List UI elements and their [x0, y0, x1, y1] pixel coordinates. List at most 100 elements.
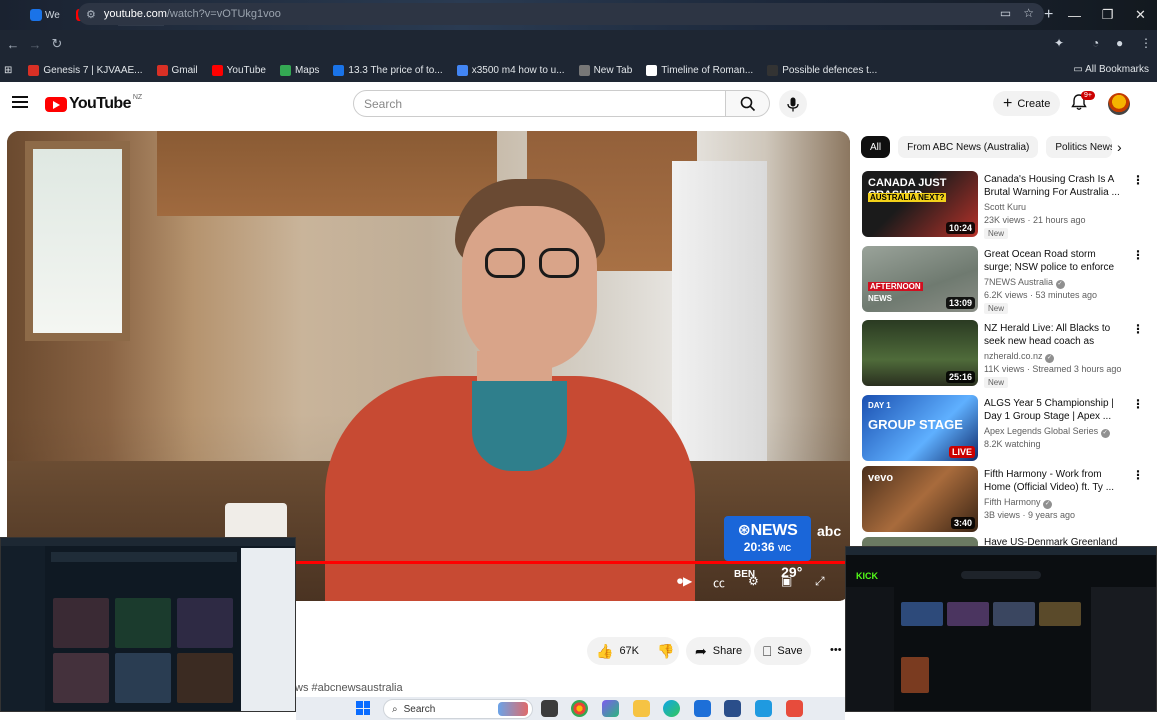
menu-icon[interactable] — [12, 96, 28, 108]
video-title[interactable]: NZ Herald Live: All Blacks to seek new h… — [984, 322, 1126, 349]
recommended-video[interactable]: CANADA JUST CRASHED AUSTRALIA NEXT? 10:2… — [862, 171, 1144, 239]
recommended-video[interactable]: GROUP STAGE DAY 1 LIVE ALGS Year 5 Champ… — [862, 395, 1144, 461]
more-actions-button[interactable]: ••• — [830, 644, 842, 656]
more-options-icon[interactable]: ⋮ — [1132, 173, 1144, 187]
share-button[interactable]: ➦ Share — [686, 637, 752, 665]
recommended-video[interactable]: 25:16 NZ Herald Live: All Blacks to seek… — [862, 320, 1144, 388]
more-options-icon[interactable]: ⋮ — [1132, 468, 1144, 482]
filter-chip[interactable]: All — [861, 136, 891, 158]
active-app-taskbar-icon[interactable] — [786, 700, 803, 717]
video-thumbnail[interactable]: 25:16 — [862, 320, 978, 386]
channel-name[interactable]: Scott Kuru — [984, 202, 1026, 212]
plus-icon: + — [1003, 94, 1013, 112]
preview-chat-panel — [241, 548, 295, 711]
bookmark-item[interactable]: Genesis 7 | KJVAAE... — [28, 64, 143, 76]
recommended-video[interactable]: vevo 3:40 Fifth Harmony - Work from Home… — [862, 466, 1144, 532]
bookmark-item[interactable]: Timeline of Roman... — [646, 64, 753, 76]
video-title[interactable]: Great Ocean Road storm surge; NSW police… — [984, 248, 1126, 275]
save-button[interactable]: ⎕ Save — [754, 637, 812, 665]
new-tab-button[interactable]: + — [1044, 6, 1053, 24]
filter-chip[interactable]: Politics News — [1046, 136, 1113, 158]
chrome-taskbar-icon[interactable] — [571, 700, 588, 717]
cast-icon[interactable]: ▭ — [1000, 6, 1011, 20]
recommended-video[interactable]: AFTERNOON NEWS 13:09 Great Ocean Road st… — [862, 246, 1144, 314]
mail-taskbar-icon[interactable] — [694, 700, 711, 717]
search-button[interactable] — [726, 90, 770, 117]
bookmark-star-icon[interactable]: ☆ — [1023, 6, 1034, 20]
taskbar-search-input[interactable]: ⌕ Search — [383, 699, 533, 719]
video-thumbnail[interactable]: GROUP STAGE DAY 1 LIVE — [862, 395, 978, 461]
video-title[interactable]: ALGS Year 5 Championship | Day 1 Group S… — [984, 397, 1126, 424]
filter-chip[interactable]: From ABC News (Australia) — [898, 136, 1039, 158]
bookmark-item[interactable]: Maps — [279, 64, 319, 76]
reload-button[interactable]: ↻ — [46, 36, 68, 52]
miniplayer-icon[interactable]: ▣ — [781, 574, 792, 588]
copilot-taskbar-icon[interactable] — [602, 700, 619, 717]
autoplay-toggle[interactable]: ⏺▶ — [677, 574, 692, 589]
minimize-button[interactable]: — — [1058, 8, 1091, 23]
extensions-icon[interactable]: ✦ — [1054, 36, 1064, 50]
video-thumbnail[interactable]: vevo 3:40 — [862, 466, 978, 532]
abc-logo: abc — [817, 523, 842, 539]
maximize-button[interactable]: ❐ — [1091, 7, 1124, 23]
task-view-icon[interactable] — [541, 700, 558, 717]
video-player[interactable]: ⊛NEWS 20:36 VIC abc BEN 29° ⏺▶ ㏄ ⚙ ▣ ⤢ — [7, 131, 850, 601]
site-info-icon[interactable]: ⚙ — [86, 8, 96, 21]
bookmark-item[interactable]: YouTube — [211, 64, 266, 76]
chevron-right-icon[interactable]: › — [1117, 139, 1122, 155]
apps-grid-icon[interactable]: ⊞ — [4, 65, 12, 76]
voice-search-button[interactable] — [779, 90, 807, 118]
preview-tile — [901, 657, 929, 693]
account-avatar[interactable] — [1108, 93, 1130, 115]
window-preview-right[interactable]: KICK — [845, 546, 1157, 712]
bookmark-item[interactable]: 13.3 The price of to... — [333, 64, 443, 76]
store-taskbar-icon[interactable] — [724, 700, 741, 717]
video-title[interactable]: Fifth Harmony - Work from Home (Official… — [984, 468, 1126, 495]
channel-name[interactable]: Fifth Harmony ✓ — [984, 497, 1053, 509]
profile-sync-icon[interactable]: ◔ — [1092, 36, 1099, 50]
bookmark-item[interactable]: Gmail — [156, 64, 198, 76]
menu-kebab-icon[interactable]: ⋮ — [1140, 36, 1152, 50]
more-options-icon[interactable]: ⋮ — [1132, 248, 1144, 262]
channel-name[interactable]: Apex Legends Global Series ✓ — [984, 426, 1110, 438]
youtube-logo[interactable]: YouTube NZ — [45, 94, 142, 113]
more-options-icon[interactable]: ⋮ — [1132, 322, 1144, 336]
bookmark-item[interactable]: Possible defences t... — [767, 64, 877, 76]
settings-gear-icon[interactable]: ⚙ — [748, 574, 759, 588]
video-thumbnail-partial[interactable] — [862, 537, 978, 546]
file-explorer-icon[interactable] — [633, 700, 650, 717]
share-label: Share — [712, 645, 743, 657]
window-preview-left[interactable] — [0, 537, 296, 712]
channel-name[interactable]: 7NEWS Australia ✓ — [984, 277, 1065, 289]
edge-taskbar-icon[interactable] — [663, 700, 680, 717]
more-options-icon[interactable]: ⋮ — [1132, 397, 1144, 411]
filter-chips: All From ABC News (Australia) Politics New… — [861, 136, 1113, 158]
channel-name[interactable]: nzherald.co.nz ✓ — [984, 351, 1055, 363]
all-bookmarks-button[interactable]: ▭ All Bookmarks — [1073, 64, 1149, 75]
bookmark-item[interactable]: x3500 m4 how to u... — [456, 64, 565, 76]
video-title[interactable]: Canada's Housing Crash Is A Brutal Warni… — [984, 173, 1126, 200]
omnibox[interactable]: ⚙ youtube.com/watch?v=vOTUkg1voo ▭ ☆ — [78, 3, 1044, 25]
forward-button[interactable]: → — [24, 37, 46, 52]
video-hashtags[interactable]: ws #abcnewsaustralia — [295, 682, 403, 694]
close-window-button[interactable]: ✕ — [1124, 7, 1157, 23]
bookmark-item[interactable]: New Tab — [578, 64, 632, 76]
thumbs-up-icon[interactable]: 👍 — [596, 643, 613, 660]
windows-start-icon[interactable] — [356, 701, 370, 715]
back-button[interactable]: ← — [2, 37, 24, 52]
preview-sidebar — [1, 546, 45, 711]
verified-icon: ✓ — [1043, 500, 1053, 509]
browser-tab[interactable]: We — [26, 4, 72, 26]
search-input[interactable]: Search — [353, 90, 726, 117]
app-taskbar-icon[interactable] — [755, 700, 772, 717]
fullscreen-icon[interactable]: ⤢ — [815, 574, 825, 589]
video-thumbnail[interactable]: CANADA JUST CRASHED AUSTRALIA NEXT? 10:2… — [862, 171, 978, 237]
create-button[interactable]: + Create — [993, 91, 1061, 116]
video-thumbnail[interactable]: AFTERNOON NEWS 13:09 — [862, 246, 978, 312]
captions-icon[interactable]: ㏄ — [713, 574, 725, 591]
overlay-time-row: 20:36 VIC — [724, 540, 811, 554]
profile-avatar-icon[interactable]: ● — [1116, 36, 1123, 50]
preview-tile — [115, 653, 171, 703]
video-person-glasses — [485, 248, 585, 280]
thumbs-down-icon[interactable]: 👎 — [657, 643, 674, 660]
